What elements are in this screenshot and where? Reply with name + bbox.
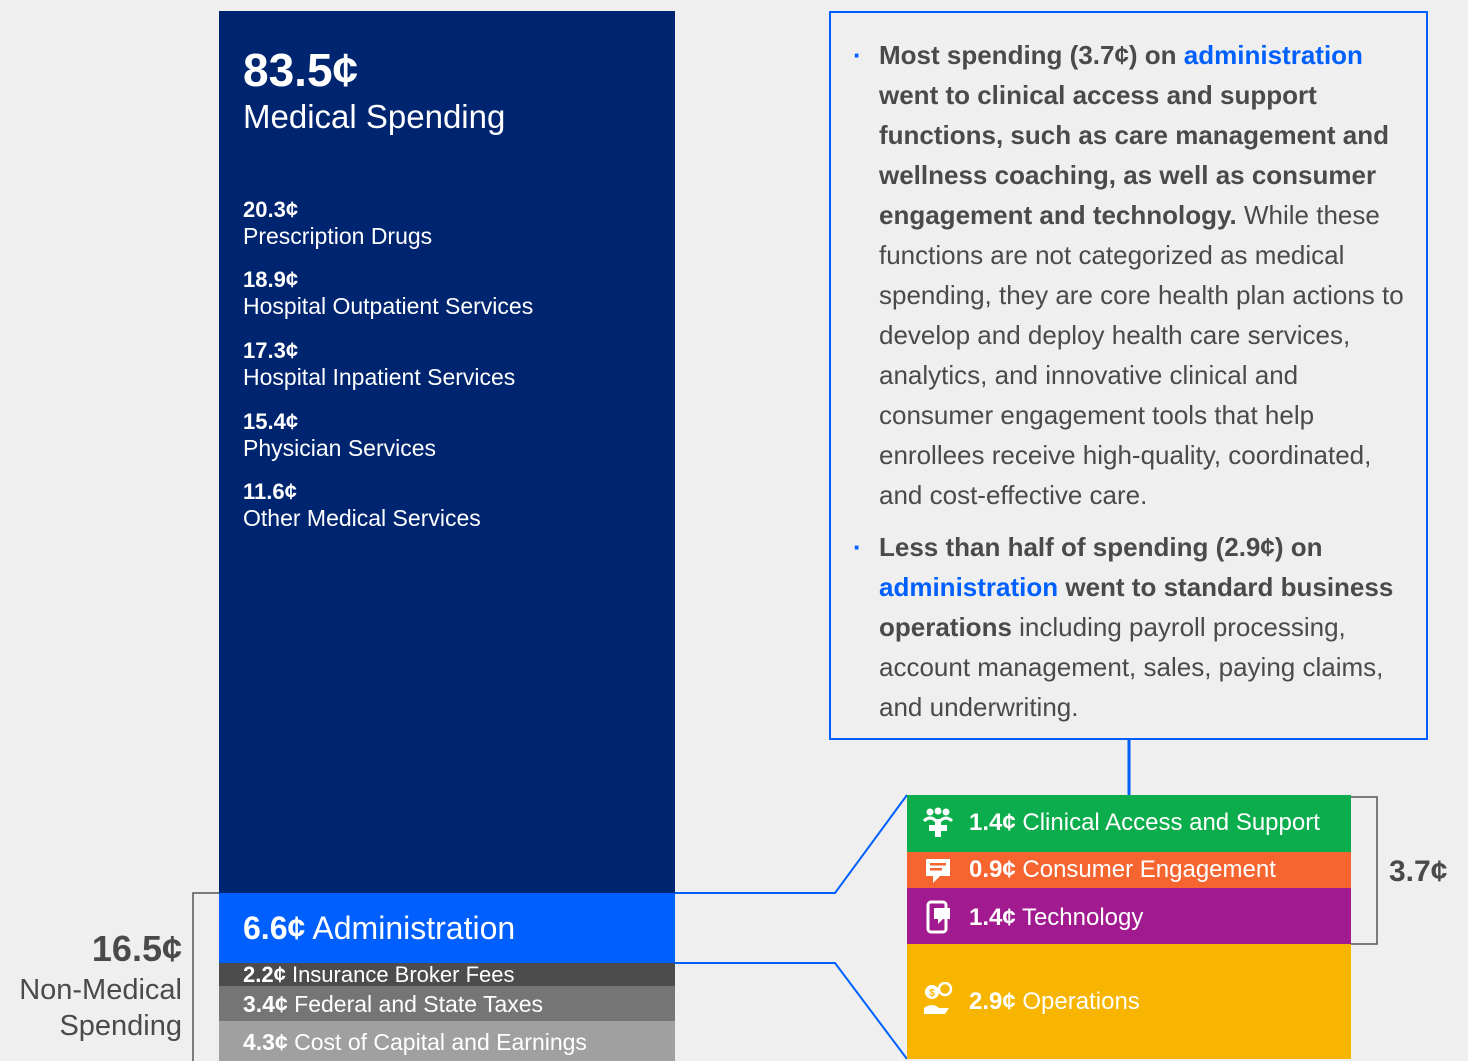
people-plus-icon bbox=[923, 807, 953, 837]
bullet-dot-icon: · bbox=[853, 532, 862, 562]
broker-fees-bar: 2.2¢ Insurance Broker Fees bbox=[219, 962, 675, 987]
capital-label: Cost of Capital and Earnings bbox=[294, 1029, 587, 1055]
capital-value: 4.3¢ bbox=[243, 1029, 288, 1055]
operations-bar: $ 2.9¢ Operations bbox=[907, 944, 1351, 1059]
medical-item-value: 18.9¢ bbox=[243, 267, 299, 292]
bullet-text: While these functions are not categorize… bbox=[879, 200, 1404, 510]
taxes-value: 3.4¢ bbox=[243, 991, 288, 1017]
medical-item: 15.4¢ Physician Services bbox=[243, 409, 436, 461]
non-medical-total-value: 16.5¢ bbox=[91, 928, 182, 969]
non-medical-label-line2: Spending bbox=[59, 1010, 182, 1043]
medical-item-label: Other Medical Services bbox=[243, 504, 481, 531]
clinical-access-label: Clinical Access and Support bbox=[1022, 809, 1320, 836]
medical-total-value: 83.5¢ bbox=[243, 44, 359, 96]
admin-bracket bbox=[1351, 796, 1378, 945]
non-medical-label-line1: Non-Medical bbox=[19, 974, 182, 1006]
medical-total-label: Medical Spending bbox=[243, 98, 506, 135]
clinical-access-bar: 1.4¢ Clinical Access and Support bbox=[907, 795, 1351, 852]
medical-item-label: Hospital Inpatient Services bbox=[243, 363, 516, 390]
admin-bracket-value: 3.7¢ bbox=[1389, 855, 1448, 888]
administration-link[interactable]: administration bbox=[879, 572, 1058, 602]
administration-value: 6.6¢ bbox=[243, 910, 306, 946]
broker-fees-label: Insurance Broker Fees bbox=[291, 962, 515, 987]
admin-connector-bottom bbox=[675, 962, 908, 1060]
svg-text:$: $ bbox=[929, 988, 935, 999]
money-hand-icon: $ bbox=[924, 982, 953, 1014]
medical-item-label: Prescription Drugs bbox=[243, 222, 433, 249]
admin-connector-top bbox=[675, 794, 908, 894]
bullet-bold-text: Less than half of spending (2.9¢) on bbox=[879, 532, 1323, 562]
operations-value: 2.9¢ bbox=[969, 988, 1016, 1015]
consumer-engagement-value: 0.9¢ bbox=[969, 856, 1016, 883]
chat-icon bbox=[926, 859, 950, 883]
bullet-bold-text: Most spending (3.7¢) on bbox=[879, 40, 1184, 70]
callout-bullet: · Most spending (3.7¢) on administration… bbox=[853, 35, 1419, 515]
medical-item-label: Hospital Outpatient Services bbox=[243, 292, 534, 319]
medical-item: 18.9¢ Hospital Outpatient Services bbox=[243, 267, 533, 319]
consumer-engagement-bar: 0.9¢ Consumer Engagement bbox=[907, 852, 1351, 888]
non-medical-bracket bbox=[192, 892, 219, 1061]
callout-box: · Most spending (3.7¢) on administration… bbox=[829, 11, 1428, 740]
administration-bar: 6.6¢ Administration bbox=[219, 893, 675, 963]
technology-bar: 1.4¢ Technology bbox=[907, 888, 1351, 944]
administration-label: Administration bbox=[312, 910, 516, 946]
callout-bullet: · Less than half of spending (2.9¢) on a… bbox=[853, 527, 1419, 727]
non-medical-total-label: Non-Medical Spending bbox=[19, 972, 182, 1045]
clinical-access-value: 1.4¢ bbox=[969, 809, 1016, 836]
taxes-bar: 3.4¢ Federal and State Taxes bbox=[219, 986, 675, 1021]
operations-label: Operations bbox=[1022, 988, 1140, 1015]
medical-item-value: 17.3¢ bbox=[243, 338, 299, 363]
taxes-label: Federal and State Taxes bbox=[294, 991, 544, 1017]
medical-item: 17.3¢ Hospital Inpatient Services bbox=[243, 338, 515, 390]
medical-spending-bar: 83.5¢ Medical Spending 20.3¢ Prescriptio… bbox=[219, 11, 675, 893]
capital-bar: 4.3¢ Cost of Capital and Earnings bbox=[219, 1021, 675, 1061]
bullet-dot-icon: · bbox=[853, 40, 862, 70]
medical-item: 20.3¢ Prescription Drugs bbox=[243, 197, 432, 249]
medical-item-value: 11.6¢ bbox=[243, 479, 297, 504]
consumer-engagement-label: Consumer Engagement bbox=[1022, 856, 1276, 883]
medical-item: 11.6¢ Other Medical Services bbox=[243, 479, 481, 531]
broker-fees-value: 2.2¢ bbox=[243, 962, 286, 987]
medical-item-value: 20.3¢ bbox=[243, 197, 299, 222]
administration-link[interactable]: administration bbox=[1184, 40, 1363, 70]
technology-value: 1.4¢ bbox=[969, 904, 1016, 931]
medical-item-label: Physician Services bbox=[243, 434, 437, 461]
medical-item-value: 15.4¢ bbox=[243, 409, 299, 434]
callout-bullet-list: · Most spending (3.7¢) on administration… bbox=[853, 35, 1419, 739]
technology-label: Technology bbox=[1021, 904, 1144, 931]
phone-icon bbox=[926, 900, 950, 934]
